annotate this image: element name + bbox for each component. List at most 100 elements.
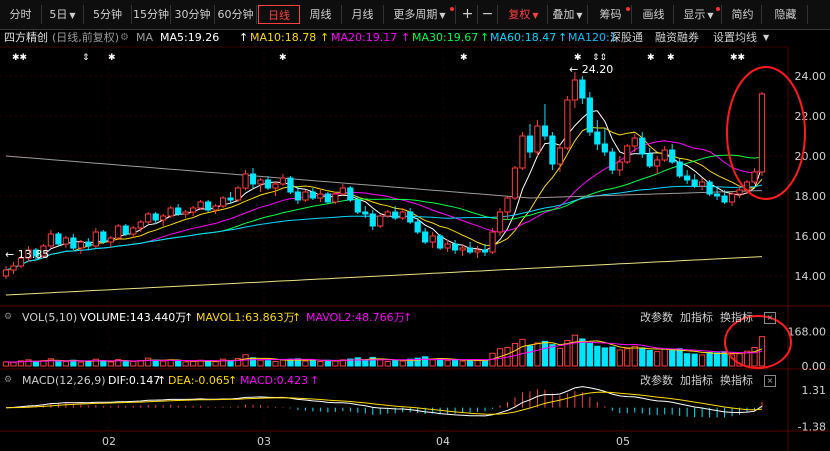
candle [204, 200, 212, 212]
volume-bar [145, 357, 152, 367]
candle-body [272, 183, 279, 189]
dif-line [5, 386, 763, 417]
candle-body [706, 181, 713, 195]
volume-bar [601, 347, 608, 367]
candle-body [519, 135, 526, 169]
candle-body [459, 247, 466, 251]
volume-bar [384, 360, 391, 367]
candle-body [571, 79, 578, 101]
candle [182, 210, 189, 218]
event-marker-icon: ✱ [279, 53, 287, 63]
candle-body [204, 201, 212, 211]
candle-body [736, 189, 743, 195]
candle [145, 212, 152, 224]
vol-add-indicator-button[interactable]: 加指标 [680, 310, 713, 325]
candle-body [684, 175, 691, 181]
candle-body [264, 179, 272, 189]
candle [706, 180, 713, 196]
candle [511, 166, 519, 200]
volume-bar [579, 338, 586, 367]
candle [2, 266, 10, 279]
candle [556, 144, 564, 172]
vol-change-param-button[interactable]: 改参数 [640, 310, 673, 325]
volume-bar [399, 360, 406, 367]
candle-body [197, 201, 204, 209]
candle-body [227, 197, 234, 201]
candle [579, 76, 586, 104]
candle [489, 228, 496, 254]
candle [302, 190, 309, 202]
volume-bar [107, 361, 114, 367]
candle [728, 192, 736, 206]
candle-body [564, 99, 571, 149]
volume-bar [474, 360, 481, 367]
price-tick-label: 16.00 [795, 230, 827, 243]
up-arrow-icon: ↑ [157, 374, 167, 387]
candle-body [392, 211, 399, 219]
candle-body [601, 143, 608, 153]
volume-bar [377, 359, 384, 367]
volume-bar [534, 342, 541, 367]
candle-body [511, 167, 519, 199]
candle [324, 192, 331, 204]
candle [661, 146, 668, 162]
macd-close-icon[interactable]: × [764, 375, 776, 387]
volume-bar [249, 357, 257, 367]
candle-body [609, 151, 616, 171]
candle-body [586, 97, 593, 133]
volume-bar [160, 360, 167, 367]
volume-bar [279, 359, 287, 367]
volume-bar [654, 351, 661, 367]
volume-bar [204, 360, 212, 367]
volume-bar [466, 359, 474, 367]
vol-switch-indicator-button[interactable]: 换指标 [720, 310, 753, 325]
up-arrow-icon: ↑ [292, 311, 302, 324]
macd-switch-indicator-button[interactable]: 换指标 [720, 373, 753, 388]
volume-bar [481, 359, 489, 367]
candle [594, 120, 601, 150]
candle-body [100, 231, 107, 243]
volume-bar [55, 360, 62, 367]
candle [332, 192, 339, 204]
candle-body [10, 265, 17, 271]
candle-body [444, 243, 451, 249]
candle-body [661, 149, 668, 161]
candle [219, 196, 227, 208]
candle [85, 238, 92, 250]
price-tick-label: 14.00 [795, 270, 827, 283]
macd-add-indicator-button[interactable]: 加指标 [680, 373, 713, 388]
event-marker-icon: ✱✱ [730, 53, 745, 63]
candle-body [377, 215, 384, 227]
up-arrow-icon: ↑ [310, 374, 320, 387]
volume-bar [571, 334, 578, 367]
candle [751, 168, 758, 184]
candle-body [257, 179, 264, 185]
gear-icon[interactable]: ⚙ [4, 373, 12, 388]
candle-body [190, 207, 197, 213]
candle-body [62, 237, 70, 245]
volume-bar [212, 361, 219, 367]
candle [212, 204, 219, 214]
candle [451, 240, 459, 254]
volume-bar [669, 349, 676, 367]
volume-bar [392, 360, 399, 367]
time-tick-label: 04 [436, 435, 450, 448]
price-tick-label: 18.00 [795, 190, 827, 203]
candle [698, 178, 706, 190]
candle-body [639, 137, 646, 155]
candle-body [294, 191, 302, 201]
candle [624, 144, 631, 164]
candle-body [407, 211, 414, 223]
volume-bar [684, 353, 691, 367]
volume-bar [751, 347, 758, 367]
volume-bar [586, 342, 593, 367]
macd-change-param-button[interactable]: 改参数 [640, 373, 673, 388]
candle-body [130, 227, 137, 235]
gear-icon[interactable]: ⚙ [4, 310, 12, 325]
volume-bar [182, 361, 189, 367]
volume-tick-label: 0.00 [802, 360, 827, 373]
volume-bar [646, 349, 653, 367]
candle-body [721, 195, 728, 203]
vol-close-icon[interactable]: × [764, 312, 776, 324]
mavol2-value: MAVOL2:48.766万 [306, 311, 405, 324]
